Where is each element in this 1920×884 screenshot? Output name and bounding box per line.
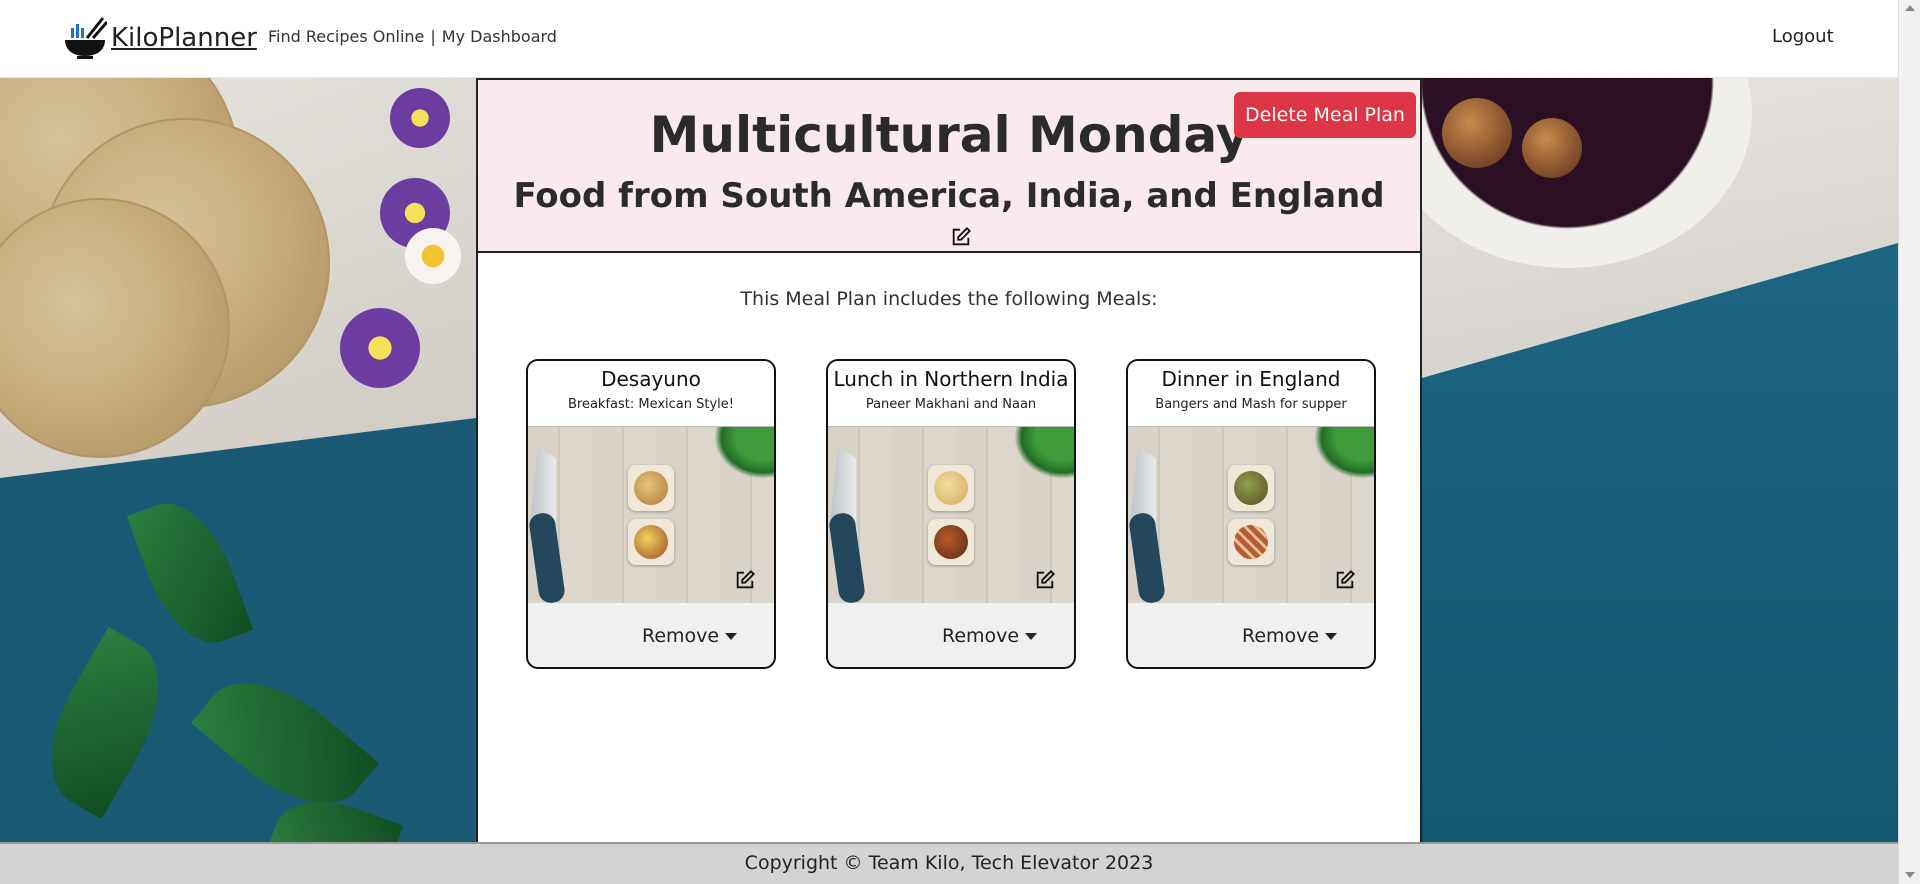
remove-label: Remove — [642, 625, 720, 647]
meal-image — [1128, 427, 1374, 603]
nav-separator: | — [430, 27, 436, 46]
brand-name: KiloPlanner — [111, 23, 257, 53]
flower-image — [340, 308, 420, 388]
scrollbar[interactable] — [1898, 0, 1920, 884]
meal-title: Desayuno — [601, 367, 701, 391]
knife-image — [530, 447, 556, 521]
recipe-thumbnail[interactable] — [628, 519, 674, 565]
leaf-image — [126, 488, 254, 658]
meal-title: Dinner in England — [1161, 367, 1341, 391]
edit-icon[interactable] — [734, 569, 756, 591]
background-left — [0, 78, 476, 842]
nav-link-dashboard[interactable]: My Dashboard — [442, 27, 557, 46]
meal-card-header: Lunch in Northern India Paneer Makhani a… — [828, 361, 1074, 427]
meal-card-footer: Remove — [1128, 603, 1374, 667]
meal-card-header: Dinner in England Bangers and Mash for s… — [1128, 361, 1374, 427]
remove-label: Remove — [1242, 625, 1320, 647]
brand-link[interactable]: KiloPlanner — [63, 16, 257, 60]
meal-plan-header: Multicultural Monday Food from South Ame… — [478, 78, 1420, 253]
meal-description: Paneer Makhani and Naan — [865, 397, 1037, 412]
meal-image — [528, 427, 774, 603]
nav-link-find-recipes[interactable]: Find Recipes Online — [268, 27, 424, 46]
meal-image — [828, 427, 1074, 603]
remove-dropdown[interactable]: Remove — [942, 625, 1038, 647]
leaf-image — [23, 626, 187, 820]
scroll-up-icon[interactable] — [1905, 5, 1915, 11]
knife-image — [830, 447, 856, 521]
meal-description: Bangers and Mash for supper — [1155, 397, 1347, 412]
footer: Copyright © Team Kilo, Tech Elevator 202… — [0, 842, 1898, 884]
recipe-thumbnail[interactable] — [628, 465, 674, 511]
meal-card-header: Desayuno Breakfast: Mexican Style! — [528, 361, 774, 427]
leaf-image — [190, 653, 380, 833]
edit-icon[interactable] — [950, 226, 972, 248]
navbar: KiloPlanner Find Recipes Online | My Das… — [0, 0, 1898, 78]
meal-card-footer: Remove — [528, 603, 774, 667]
remove-dropdown[interactable]: Remove — [1242, 625, 1338, 647]
logout-link[interactable]: Logout — [1772, 26, 1834, 47]
fig-image — [1442, 98, 1512, 168]
remove-dropdown[interactable]: Remove — [642, 625, 738, 647]
nav-links: Find Recipes Online | My Dashboard — [268, 27, 557, 46]
meals-included-text: This Meal Plan includes the following Me… — [740, 288, 1158, 310]
meal-plan-panel: Multicultural Monday Food from South Ame… — [476, 78, 1422, 842]
caret-down-icon — [1025, 632, 1038, 640]
scroll-down-icon[interactable] — [1905, 872, 1915, 878]
daisy-image — [405, 228, 461, 284]
meal-card[interactable]: Desayuno Breakfast: Mexican Style! Remov… — [526, 359, 776, 669]
caret-down-icon — [1325, 632, 1338, 640]
recipe-thumbnail[interactable] — [928, 519, 974, 565]
recipe-thumbnail[interactable] — [1228, 519, 1274, 565]
edit-icon[interactable] — [1334, 569, 1356, 591]
meal-description: Breakfast: Mexican Style! — [567, 397, 735, 412]
edit-icon[interactable] — [1034, 569, 1056, 591]
flower-image — [390, 88, 450, 148]
bowl-logo-icon — [65, 17, 107, 59]
delete-meal-plan-button[interactable]: Delete Meal Plan — [1234, 92, 1416, 138]
meal-title: Lunch in Northern India — [833, 367, 1069, 391]
recipe-thumbnail[interactable] — [928, 465, 974, 511]
remove-label: Remove — [942, 625, 1020, 647]
fig-image — [1522, 118, 1582, 178]
meal-card[interactable]: Dinner in England Bangers and Mash for s… — [1126, 359, 1376, 669]
caret-down-icon — [725, 632, 738, 640]
meal-card[interactable]: Lunch in Northern India Paneer Makhani a… — [826, 359, 1076, 669]
background-right — [1382, 78, 1898, 842]
copyright-text: Copyright © Team Kilo, Tech Elevator 202… — [744, 852, 1154, 874]
meal-card-footer: Remove — [828, 603, 1074, 667]
knife-image — [1130, 447, 1156, 521]
meal-plan-subtitle: Food from South America, India, and Engl… — [513, 176, 1385, 216]
recipe-thumbnail[interactable] — [1228, 465, 1274, 511]
